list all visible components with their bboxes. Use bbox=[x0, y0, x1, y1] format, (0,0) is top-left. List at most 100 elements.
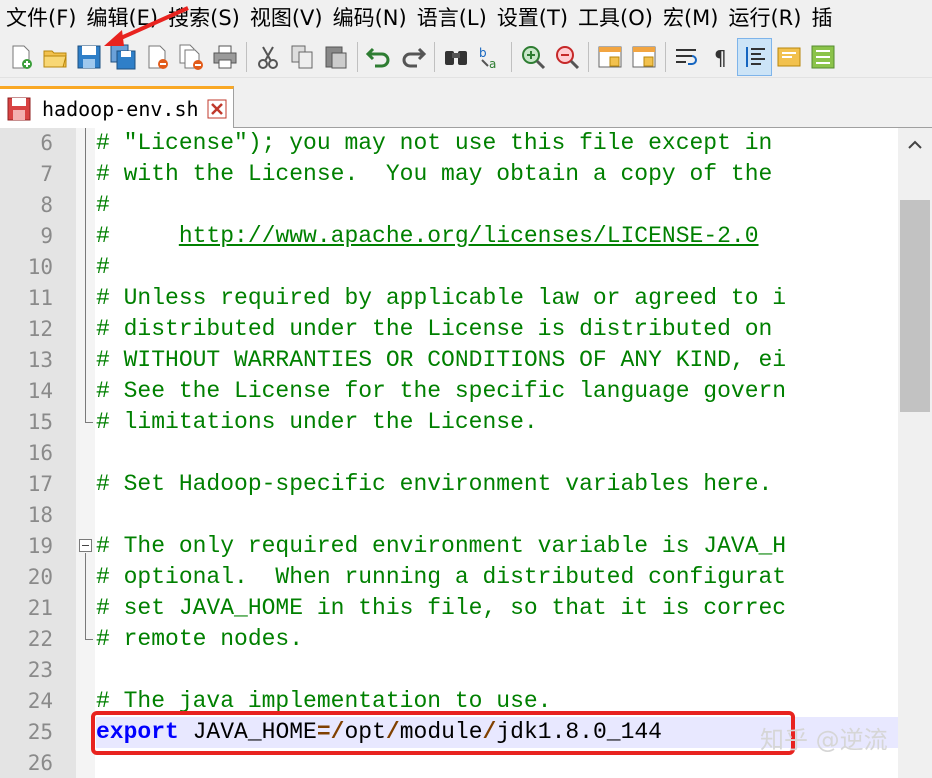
open-file-button[interactable] bbox=[38, 39, 71, 75]
show-all-chars-icon: ¶ bbox=[714, 46, 727, 70]
line-number: 11 bbox=[27, 286, 53, 310]
menu-language[interactable]: 语言(L) bbox=[411, 0, 491, 36]
cut-icon bbox=[257, 46, 278, 69]
fold-end-marker bbox=[85, 422, 93, 423]
line-number: 12 bbox=[27, 317, 53, 341]
tab-close-icon[interactable] bbox=[207, 99, 227, 119]
annotation-highlight-box bbox=[91, 711, 795, 755]
code-text: # limitations under the License. bbox=[96, 409, 538, 435]
undo-icon bbox=[365, 47, 389, 67]
line-number: 15 bbox=[27, 410, 53, 434]
zoom-out-button[interactable] bbox=[550, 39, 583, 75]
line-number: 6 bbox=[40, 131, 53, 155]
code-editor[interactable]: 6 # "License"); you may not use this fil… bbox=[0, 128, 932, 778]
copy-button[interactable] bbox=[285, 39, 318, 75]
menu-plugins[interactable]: 插 bbox=[805, 0, 836, 36]
sync-vertical-button[interactable] bbox=[593, 39, 626, 75]
svg-text:a: a bbox=[489, 57, 496, 71]
tab-bar: hadoop-env.sh bbox=[0, 78, 932, 128]
zoom-in-button[interactable] bbox=[516, 39, 549, 75]
code-line: 17 # Set Hadoop-specific environment var… bbox=[0, 469, 898, 500]
code-line: 12 # distributed under the License is di… bbox=[0, 314, 898, 345]
fold-toggle-icon[interactable] bbox=[79, 539, 92, 552]
annotation-arrow bbox=[104, 6, 189, 46]
wrap-icon bbox=[675, 48, 697, 65]
code-text: # Set Hadoop-specific environment variab… bbox=[96, 471, 773, 497]
toolbar-separator bbox=[246, 41, 247, 72]
code-line: 7 # with the License. You may obtain a c… bbox=[0, 159, 898, 190]
sync-horizontal-button[interactable] bbox=[627, 39, 660, 75]
line-number: 24 bbox=[27, 689, 53, 713]
svg-text:¶: ¶ bbox=[714, 46, 727, 70]
find-icon bbox=[444, 50, 467, 65]
word-wrap-button[interactable] bbox=[670, 39, 703, 75]
svg-text:b: b bbox=[479, 46, 487, 60]
code-line: 19 # The only required environment varia… bbox=[0, 531, 898, 562]
chevron-up-icon bbox=[908, 140, 922, 149]
line-number: 23 bbox=[27, 658, 53, 682]
toolbar-separator bbox=[665, 41, 666, 72]
code-line: 10 # bbox=[0, 252, 898, 283]
comment-prefix: # bbox=[96, 223, 179, 249]
code-text: # http://www.apache.org/licenses/LICENSE… bbox=[96, 221, 759, 252]
line-number: 7 bbox=[40, 162, 53, 186]
line-number: 18 bbox=[27, 503, 53, 527]
scrollbar-thumb[interactable] bbox=[900, 200, 930, 412]
code-text: # with the License. You may obtain a cop… bbox=[96, 161, 773, 187]
menu-run[interactable]: 运行(R) bbox=[722, 0, 805, 36]
print-button[interactable] bbox=[208, 39, 241, 75]
function-list-button[interactable] bbox=[806, 39, 839, 75]
show-all-chars-button[interactable]: ¶ bbox=[704, 39, 737, 75]
code-text: # bbox=[96, 192, 110, 218]
menu-encoding[interactable]: 编码(N) bbox=[327, 0, 411, 36]
replace-button[interactable]: ba bbox=[473, 39, 506, 75]
indent-guide-button[interactable] bbox=[737, 37, 772, 76]
menu-tools[interactable]: 工具(O) bbox=[572, 0, 657, 36]
code-text: # See the License for the specific langu… bbox=[96, 378, 787, 404]
print-icon bbox=[213, 45, 236, 68]
undo-button[interactable] bbox=[362, 39, 395, 75]
code-text: # "License"); you may not use this file … bbox=[96, 130, 773, 156]
scroll-up-button[interactable] bbox=[898, 128, 932, 162]
line-number: 14 bbox=[27, 379, 53, 403]
code-line: 21 # set JAVA_HOME in this file, so that… bbox=[0, 593, 898, 624]
code-line: 6 # "License"); you may not use this fil… bbox=[0, 128, 898, 159]
fold-guide-line bbox=[85, 553, 86, 639]
menu-view[interactable]: 视图(V) bbox=[244, 0, 327, 36]
fold-guide-line bbox=[85, 128, 86, 422]
new-file-button[interactable] bbox=[4, 39, 37, 75]
menu-file[interactable]: 文件(F) bbox=[0, 0, 80, 36]
code-line: 13 # WITHOUT WARRANTIES OR CONDITIONS OF… bbox=[0, 345, 898, 376]
unsaved-file-icon bbox=[7, 97, 31, 120]
redo-button[interactable] bbox=[396, 39, 429, 75]
code-text: # set JAVA_HOME in this file, so that it… bbox=[96, 595, 787, 621]
line-number: 13 bbox=[27, 348, 53, 372]
code-line: 11 # Unless required by applicable law o… bbox=[0, 283, 898, 314]
license-link[interactable]: http://www.apache.org/licenses/LICENSE-2… bbox=[179, 223, 759, 249]
code-line: 14 # See the License for the specific la… bbox=[0, 376, 898, 407]
code-text: # WITHOUT WARRANTIES OR CONDITIONS OF AN… bbox=[96, 347, 787, 373]
function-list-icon bbox=[811, 45, 834, 68]
tab-hadoop-env[interactable]: hadoop-env.sh bbox=[0, 86, 234, 128]
paste-button[interactable] bbox=[319, 39, 352, 75]
sync-v-icon bbox=[598, 46, 621, 67]
code-line: 22 # remote nodes. bbox=[0, 624, 898, 655]
paste-icon bbox=[325, 46, 346, 68]
toolbar-separator bbox=[511, 41, 512, 72]
watermark: 知乎 @逆流 bbox=[760, 726, 888, 754]
code-line: 9 # http://www.apache.org/licenses/LICEN… bbox=[0, 221, 898, 252]
cut-button[interactable] bbox=[251, 39, 284, 75]
code-text: # Unless required by applicable law or a… bbox=[96, 285, 787, 311]
menu-settings[interactable]: 设置(T) bbox=[491, 0, 572, 36]
tab-label: hadoop-env.sh bbox=[42, 96, 199, 121]
menu-macro[interactable]: 宏(M) bbox=[657, 0, 723, 36]
zoom-in-icon bbox=[521, 45, 545, 69]
vertical-scrollbar[interactable] bbox=[898, 128, 932, 778]
doc-map-button[interactable] bbox=[772, 39, 805, 75]
zoom-out-icon bbox=[555, 45, 579, 69]
line-number: 10 bbox=[27, 255, 53, 279]
toolbar-separator bbox=[434, 41, 435, 72]
find-button[interactable] bbox=[439, 39, 472, 75]
code-line: 16 bbox=[0, 438, 898, 469]
line-number: 9 bbox=[40, 224, 53, 248]
